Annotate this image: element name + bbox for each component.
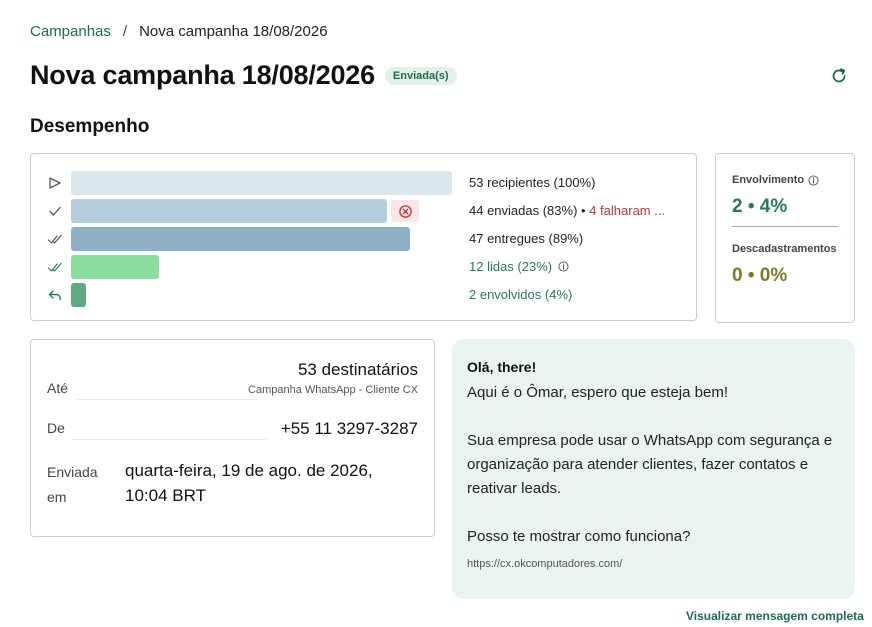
funnel-row-recipients: 53 recipientes (100%) (31, 170, 696, 196)
campaign-details-card: 53 destinatários Até Campanha WhatsApp -… (30, 339, 435, 537)
check-icon (49, 206, 61, 216)
funnel-bar-delivered (71, 227, 410, 251)
info-icon[interactable] (558, 261, 569, 272)
error-circle-icon (398, 204, 412, 218)
to-label: Até (47, 380, 69, 396)
read-count: 12 lidas (23%) (469, 259, 553, 274)
info-icon[interactable] (808, 174, 819, 186)
unsubscribe-label: Descadastramentos (732, 243, 837, 255)
reply-icon (48, 290, 61, 301)
funnel-bar-engaged (71, 283, 86, 307)
involvement-value: 2 • 4% (732, 196, 788, 217)
funnel-bar-read (71, 255, 159, 279)
send-icon (49, 177, 61, 189)
from-label: De (47, 420, 65, 436)
funnel-row-engaged: 2 envolvidos (4%) (31, 282, 696, 308)
from-underline (71, 439, 266, 440)
breadcrumb-separator: / (122, 23, 128, 40)
funnel-label-recipients: 53 recipientes (100%) (469, 175, 596, 190)
sent-count: 44 enviadas (83%) (469, 203, 578, 218)
breadcrumb: Campanhas / Nova campanha 18/08/2026 (30, 23, 328, 40)
from-phone: +55 11 3297-3287 (280, 419, 418, 438)
to-underline (77, 399, 257, 400)
sent-label: Enviada em (47, 464, 98, 505)
failed-count-link[interactable]: 4 falharam ... (589, 203, 665, 218)
recipient-list-name: Campanha WhatsApp - Cliente CX (248, 384, 418, 396)
message-link[interactable]: https://cx.okcomputadores.com/ (467, 558, 839, 570)
recipients-value: 53 destinatários (297, 360, 418, 379)
breadcrumb-campaigns-link[interactable]: Campanhas (30, 23, 111, 40)
performance-section-title: Desempenho (30, 116, 150, 137)
view-full-message-link[interactable]: Visualizar mensagem completa (686, 609, 864, 623)
funnel-bar-sent (71, 199, 387, 223)
message-body: Aqui é o Ômar, espero que esteja bem! Su… (467, 384, 833, 545)
funnel-label-engaged: 2 envolvidos (4%) (469, 287, 573, 302)
refresh-button[interactable] (829, 66, 849, 86)
double-check-read-icon (47, 262, 62, 272)
funnel-bar-recipients (71, 171, 452, 195)
funnel-label-read: 12 lidas (23%) (469, 259, 569, 274)
involvement-label: Envolvimento (732, 174, 819, 186)
failed-indicator-button[interactable] (391, 200, 419, 222)
funnel-row-delivered: 47 entregues (89%) (31, 226, 696, 252)
message-greeting: Olá, there! (467, 359, 537, 375)
title-row: Nova campanha 18/08/2026 Enviada(s) (30, 60, 457, 91)
metric-divider (732, 226, 838, 227)
funnel-row-sent: 44 enviadas (83%) • 4 falharam ... (31, 198, 696, 224)
sent-separator: • (581, 203, 586, 218)
message-preview-card: Olá, there! Aqui é o Ômar, espero que es… (452, 339, 855, 599)
unsubscribe-value: 0 • 0% (732, 265, 788, 286)
breadcrumb-current: Nova campanha 18/08/2026 (139, 23, 328, 40)
involvement-label-text: Envolvimento (732, 174, 805, 186)
status-badge: Enviada(s) (384, 66, 457, 85)
engagement-card: Envolvimento 2 • 4% Descadastramentos 0 … (715, 153, 855, 323)
sent-datetime: quarta-feira, 19 de ago. de 2026, 10:04 … (125, 461, 373, 505)
funnel-row-read: 12 lidas (23%) (31, 254, 696, 280)
performance-card: 53 recipientes (100%) 44 enviadas (83%) … (30, 153, 697, 321)
funnel-label-delivered: 47 entregues (89%) (469, 231, 584, 246)
double-check-icon (47, 234, 62, 244)
funnel-label-sent: 44 enviadas (83%) • 4 falharam ... (469, 203, 665, 218)
page-title: Nova campanha 18/08/2026 (30, 60, 375, 90)
refresh-icon (832, 68, 846, 83)
